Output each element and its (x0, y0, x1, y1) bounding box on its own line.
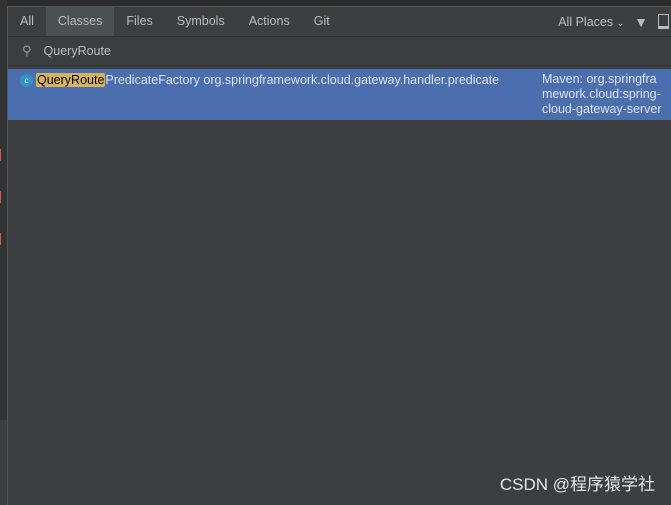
tab-git[interactable]: Git (302, 7, 342, 36)
package-name: org.springframework.cloud.gateway.handle… (203, 73, 500, 87)
tab-all[interactable]: All (8, 7, 46, 36)
scope-dropdown[interactable]: All Places ⌄ (558, 15, 624, 29)
library-location: Maven: org.springframework.cloud:spring-… (542, 72, 662, 116)
tab-symbols[interactable]: Symbols (165, 7, 237, 36)
search-icon: ⚲ (22, 43, 32, 58)
chevron-down-icon: ⌄ (616, 17, 625, 28)
arrow-up-icon (0, 149, 6, 161)
pin-window-icon[interactable] (658, 14, 669, 29)
tab-classes[interactable]: Classes (45, 7, 115, 36)
editor-gutter (0, 0, 7, 505)
result-row[interactable]: c QueryRoute PredicateFactory org.springf… (8, 69, 671, 120)
tab-actions[interactable]: Actions (237, 7, 302, 36)
arrow-up-icon (0, 191, 6, 203)
watermark: CSDN @程序猿学社 (499, 475, 655, 494)
scope-label: All Places (558, 14, 614, 29)
match-highlight: QueryRoute (36, 73, 106, 87)
search-everywhere-popup: All Classes Files Symbols Actions Git Al… (7, 6, 671, 505)
tab-bar: All Classes Files Symbols Actions Git Al… (8, 7, 671, 37)
arrow-up-icon (0, 233, 6, 245)
search-input[interactable] (41, 43, 546, 59)
tab-files[interactable]: Files (114, 7, 164, 36)
class-icon: c (20, 73, 33, 87)
search-bar: ⚲ (8, 37, 671, 66)
class-name-rest: PredicateFactory (105, 73, 200, 87)
filter-icon[interactable]: ▼ (634, 14, 648, 30)
